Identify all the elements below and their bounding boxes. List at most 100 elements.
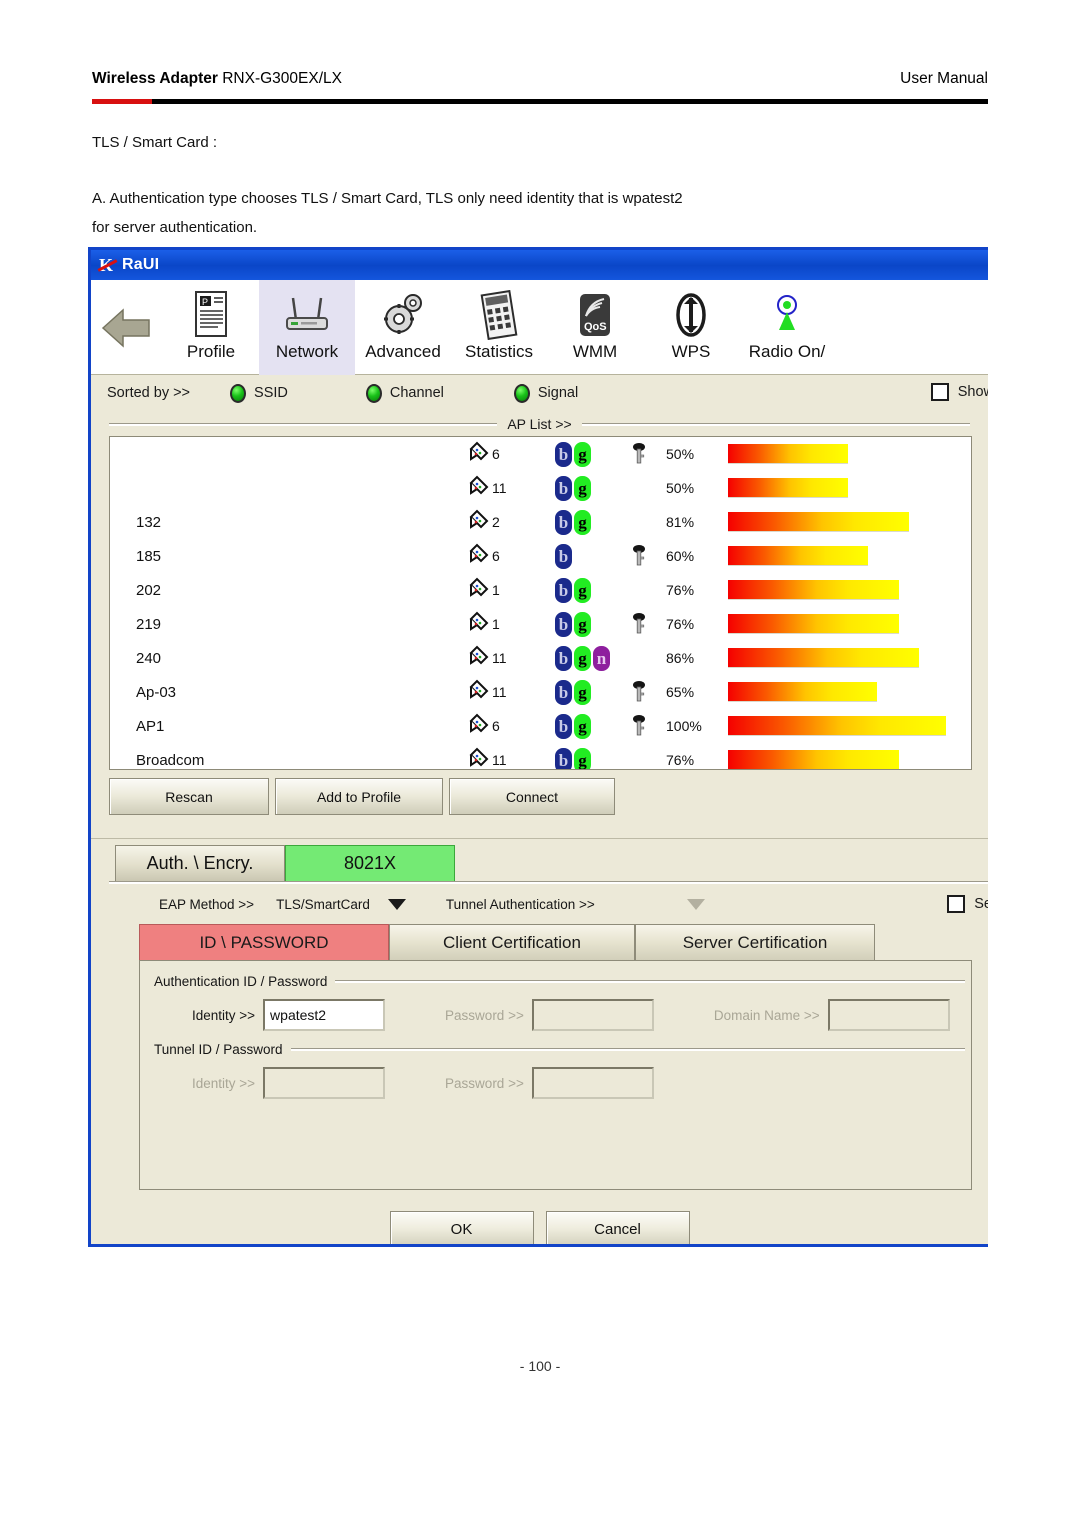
toolbar-item-profile[interactable]: P Profile (163, 280, 259, 375)
credential-subtab-strip: ID \ PASSWORD Client Certification Serve… (91, 924, 988, 960)
table-row[interactable]: 202 1 b g 76% (110, 573, 971, 607)
security-key-icon (632, 613, 646, 635)
window-titlebar: K RaUI (91, 250, 988, 280)
table-row[interactable]: 6 b g 50% (110, 437, 971, 471)
tab-8021x[interactable]: 8021X (285, 845, 455, 881)
toolbar-item-network[interactable]: Network (259, 280, 355, 375)
ap-signal-bar (728, 580, 899, 600)
eap-method-row: EAP Method >> TLS/SmartCard Tunnel Authe… (91, 884, 988, 924)
raui-application-window: K RaUI P (88, 247, 988, 1247)
authentication-fields-row: Identity >> wpatest2 Password >> Domain … (154, 991, 971, 1039)
page-number: - 100 - (519, 1358, 561, 1374)
back-arrow-icon[interactable] (95, 280, 163, 375)
body-text-line-1: A. Authentication type chooses TLS / Sma… (92, 190, 683, 207)
ap-mode-badges: b (555, 543, 574, 569)
toolbar-item-wmm[interactable]: QoS WMM (547, 280, 643, 375)
mode-badge-b: b (555, 441, 572, 467)
table-row[interactable]: 219 1 b g 76% (110, 607, 971, 641)
table-row[interactable]: 11 b g 50% (110, 471, 971, 505)
toolbar-item-advanced[interactable]: Advanced (355, 280, 451, 375)
ok-button[interactable]: OK (389, 1211, 534, 1244)
ap-channel-number: 6 (492, 718, 500, 734)
ap-channel: 11 (468, 746, 507, 770)
mode-badge-b: b (555, 577, 572, 603)
auth-password-input[interactable] (531, 999, 654, 1031)
tunnel-authentication-label: Tunnel Authentication >> (445, 896, 595, 912)
toolbar-label-profile: Profile (186, 342, 236, 361)
toolbar-item-statistics[interactable]: Statistics (451, 280, 547, 375)
mode-badge-n: n (593, 645, 610, 671)
table-row[interactable]: AP1 6 b g 100% (110, 709, 971, 743)
ap-ssid: AP1 (136, 717, 165, 735)
sort-radio-ssid-label: SSID (254, 385, 288, 401)
tunnel-identity-input[interactable] (263, 1067, 386, 1099)
session-resumption-label: Se (974, 896, 988, 912)
header-divider-accent (92, 99, 152, 104)
table-row[interactable]: 185 6 b 60% (110, 539, 971, 573)
rescan-button[interactable]: Rescan (109, 778, 269, 815)
wps-icon (662, 290, 720, 340)
radio-antenna-icon (758, 290, 816, 340)
access-point-icon (468, 746, 490, 770)
radio-led-icon (513, 383, 530, 403)
tunnel-password-input[interactable] (531, 1067, 654, 1099)
ap-signal-percent: 86% (666, 650, 695, 666)
sort-radio-channel[interactable]: Channel (365, 383, 444, 403)
ap-signal-bar (728, 546, 868, 566)
session-resumption-group[interactable]: Se (947, 895, 988, 913)
security-key-icon (632, 681, 646, 703)
auth-domain-name-input[interactable] (827, 999, 950, 1031)
document-title-model: RNX-G300EX/LX (217, 70, 342, 87)
ap-signal-percent: 76% (666, 616, 695, 632)
ap-channel-number: 11 (492, 480, 507, 496)
ap-channel-number: 2 (492, 514, 500, 530)
auth-identity-input[interactable]: wpatest2 (263, 999, 386, 1031)
mode-badge-b: b (555, 747, 572, 769)
tunnel-password-label: Password >> (445, 1075, 524, 1091)
show-checkbox-group[interactable]: Show (930, 383, 988, 401)
ap-channel-number: 11 (492, 650, 507, 666)
header-divider-rule (92, 99, 988, 104)
ap-list-panel[interactable]: 6 b g 50% 11 b g 50% 132 2 b g 81% 185 6 b 60% 202 1 b g 76% 2… (109, 436, 972, 770)
toolbar-item-wps[interactable]: WPS (643, 280, 739, 375)
tunnel-identity-label: Identity >> (192, 1075, 256, 1091)
tab-auth-encry[interactable]: Auth. \ Encry. (115, 845, 285, 881)
table-row[interactable]: Broadcom 11 b g 76% (110, 743, 971, 770)
body-text-line-2: for server authentication. (92, 219, 258, 236)
subtab-id-password[interactable]: ID \ PASSWORD (139, 924, 389, 960)
sort-radio-signal[interactable]: Signal (513, 383, 578, 403)
cancel-button[interactable]: Cancel (545, 1211, 690, 1244)
table-row[interactable]: 132 2 b g 81% (110, 505, 971, 539)
subtab-server-certification[interactable]: Server Certification (635, 924, 875, 960)
qos-icon: QoS (566, 290, 624, 340)
connect-button[interactable]: Connect (449, 778, 615, 815)
access-point-icon (468, 508, 490, 537)
session-resumption-checkbox[interactable] (947, 895, 966, 913)
chevron-down-icon[interactable] (387, 898, 406, 910)
auth-identity-label: Identity >> (192, 1007, 256, 1023)
authentication-group-header: Authentication ID / Password (154, 971, 971, 991)
access-point-icon (468, 678, 490, 707)
auth-password-label: Password >> (445, 1007, 524, 1023)
tunnel-group-title: Tunnel ID / Password (154, 1041, 283, 1057)
table-row[interactable]: Ap-03 11 b g 65% (110, 675, 971, 709)
add-to-profile-button[interactable]: Add to Profile (275, 778, 443, 815)
toolbar-item-radio-on-off[interactable]: Radio On/ (739, 280, 835, 375)
ap-mode-badges: bgn (555, 645, 612, 671)
mode-badge-b: b (555, 475, 572, 501)
sort-radio-ssid[interactable]: SSID (230, 383, 288, 403)
subtab-client-certification[interactable]: Client Certification (389, 924, 635, 960)
eap-method-value[interactable]: TLS/SmartCard (276, 897, 370, 912)
show-checkbox-label: Show (957, 384, 988, 400)
ap-channel: 6 (468, 440, 500, 469)
ap-signal-bar (728, 648, 919, 668)
ap-signal-bar (728, 682, 878, 702)
section-separator (91, 822, 988, 839)
show-checkbox[interactable] (930, 383, 949, 401)
ap-signal-percent: 100% (666, 718, 702, 734)
ap-channel: 11 (468, 474, 507, 503)
sort-radio-channel-label: Channel (389, 385, 444, 401)
chevron-down-icon[interactable] (686, 898, 705, 910)
table-row[interactable]: 240 11 b g n 86% (110, 641, 971, 675)
mode-badge-g: g (574, 441, 591, 467)
